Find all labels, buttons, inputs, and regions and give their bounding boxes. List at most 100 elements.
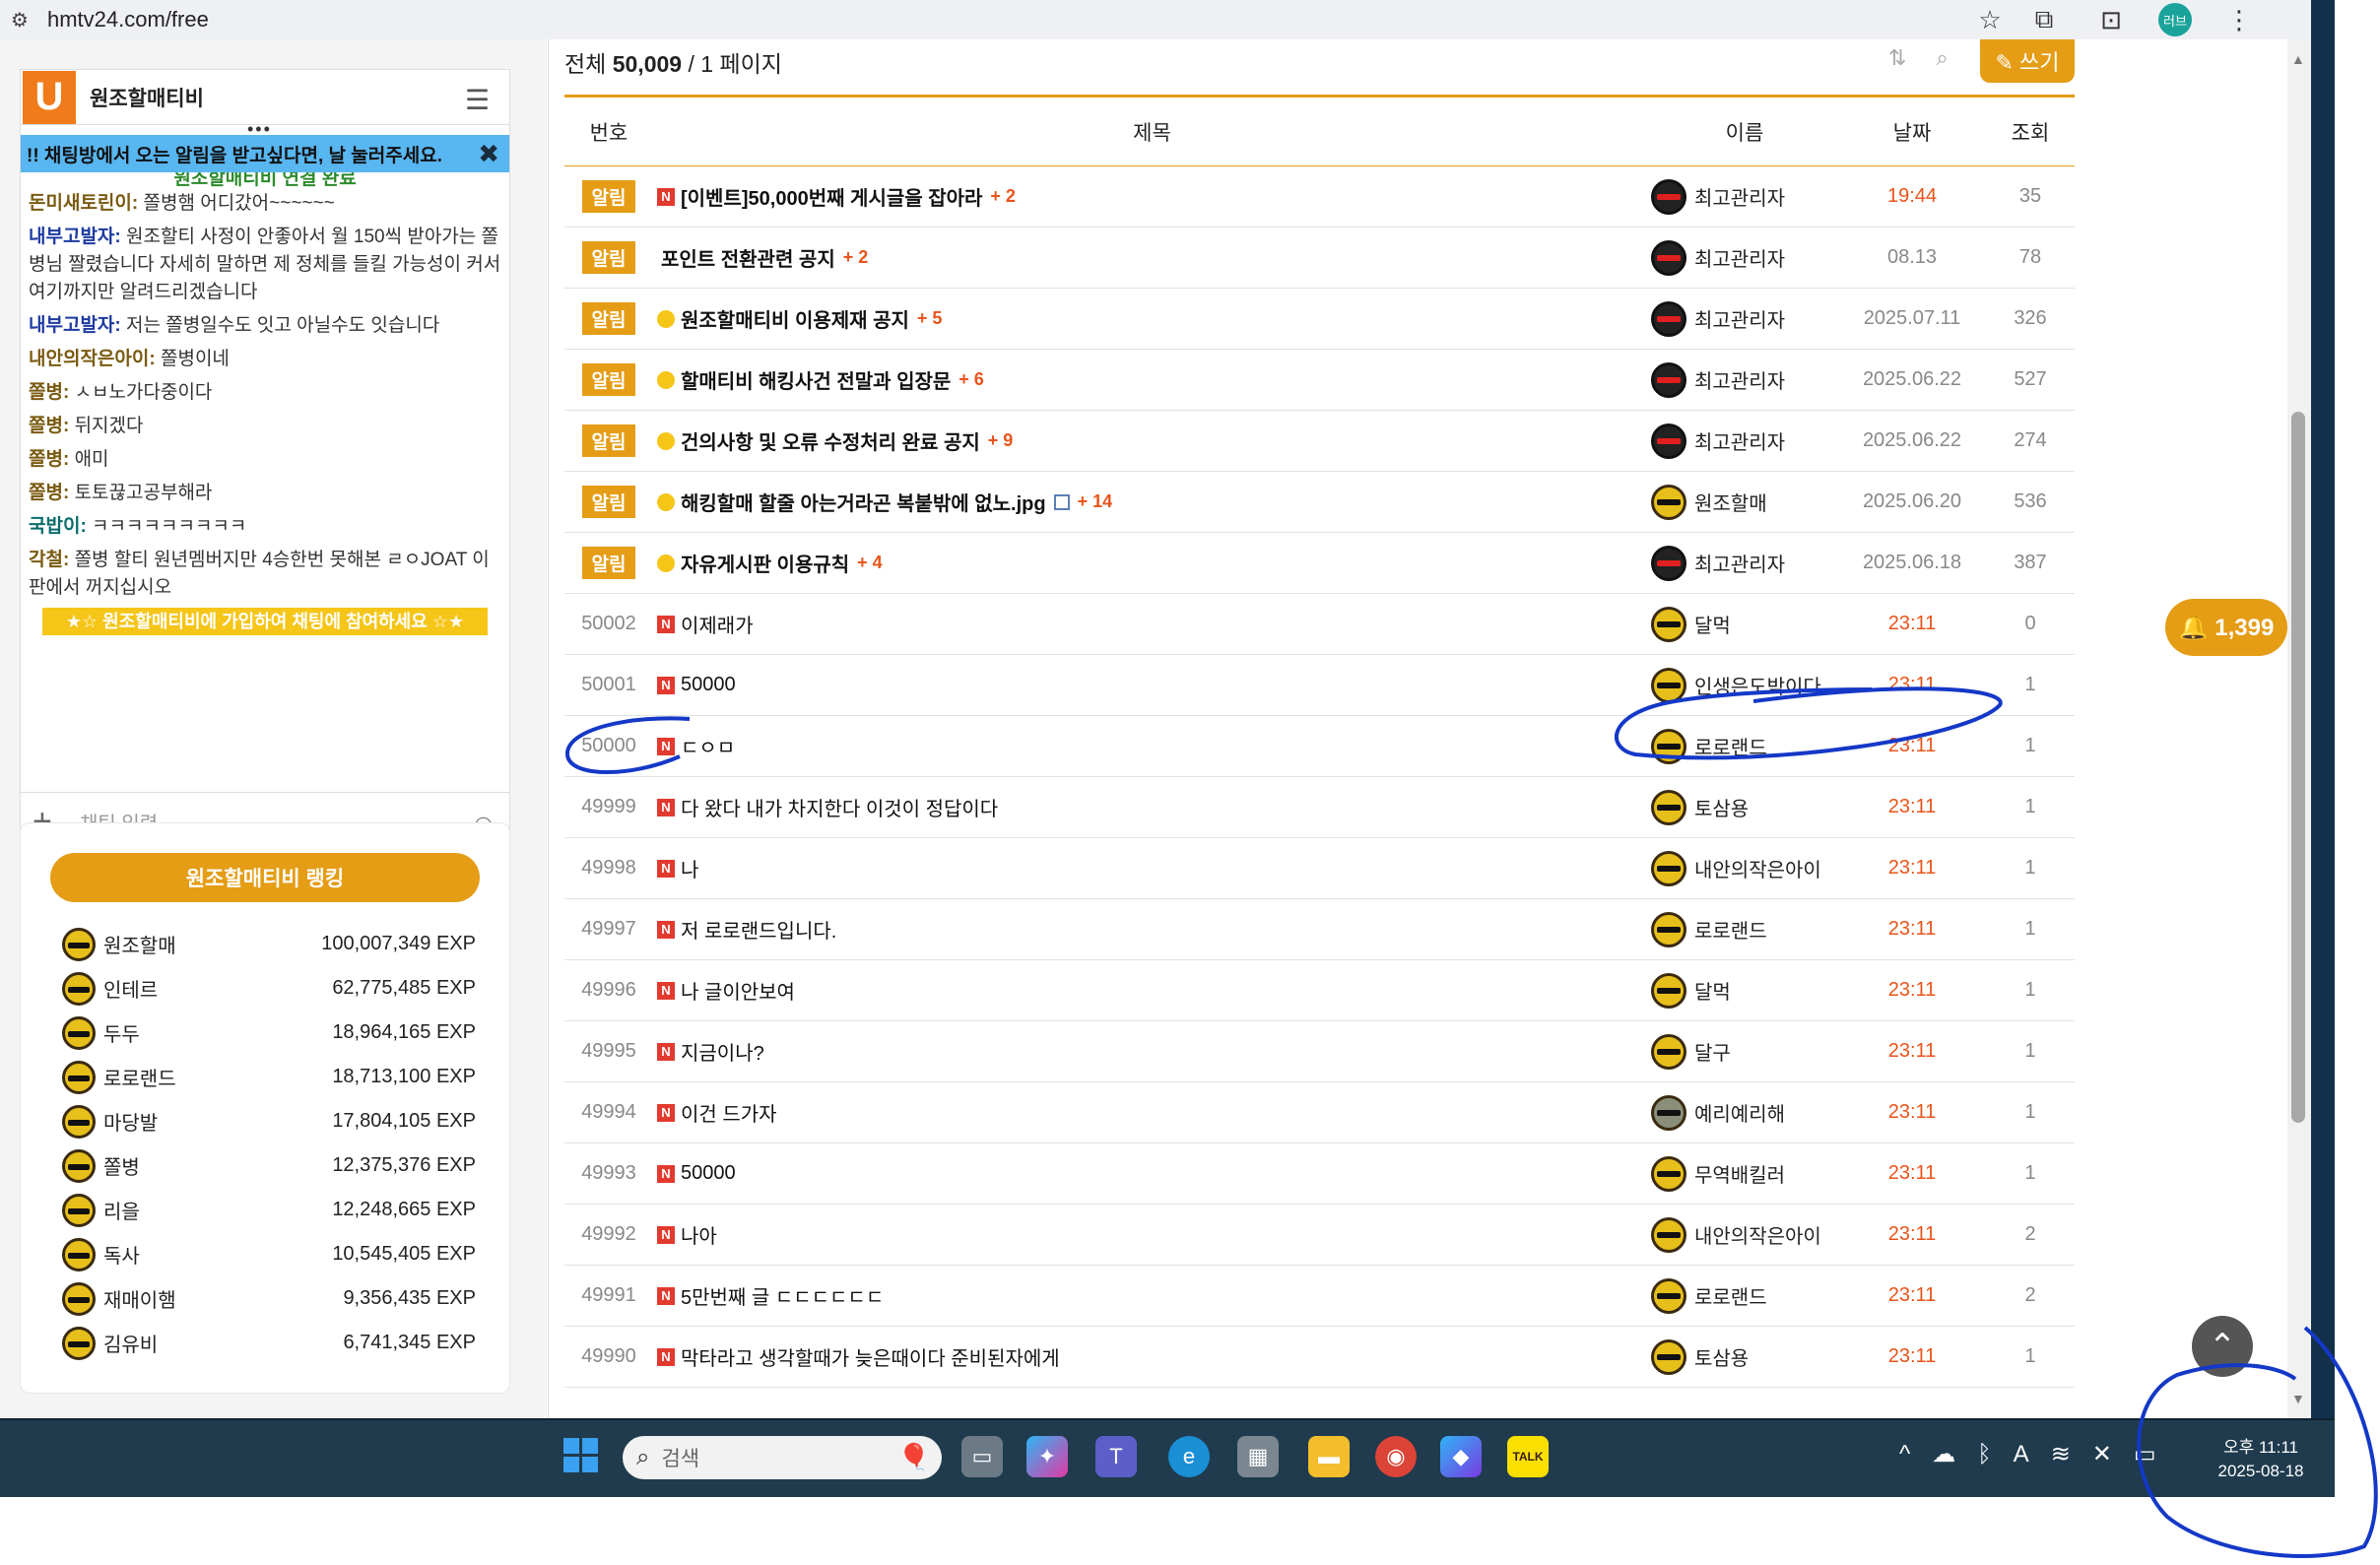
table-row[interactable]: 50001 N 50000 인생은도박이다 23:11 1 [564,655,2075,716]
notice-row[interactable]: 알림 해킹할매 할줄 아는거라곤 복붙밖에 없노.jpg + 14 원조할매 2025.… [564,472,2075,533]
notice-row[interactable]: 알림 N [이벤트]50,000번째 게시글을 잡아라 + 2 최고관리자 19:44 35 [564,166,2075,228]
chat-username[interactable]: 쫄병: [29,483,69,503]
bluetooth-icon[interactable]: ᛒ [1977,1441,1991,1468]
author-cell[interactable]: 토삼용 [1651,789,1838,825]
table-row[interactable]: 49990 N 막타라고 생각할때가 늦은때이다 준비된자에게 토삼용 23:11 1 [564,1327,2075,1388]
post-title-link[interactable]: 이건 드가자 [681,1098,777,1127]
post-title-link[interactable]: 할매티비 해킹사건 전말과 입장문 [681,365,951,394]
battery-icon[interactable]: ▭ [2134,1440,2156,1468]
close-icon[interactable]: ✖ [478,139,499,169]
ranking-button[interactable]: 원조할매티비 랭킹 [50,853,480,902]
table-row[interactable]: 49992 N 나아 내안의작은아이 23:11 2 [564,1205,2075,1266]
author-cell[interactable]: 최고관리자 [1651,300,1838,337]
author-cell[interactable]: 최고관리자 [1651,361,1838,398]
address-bar[interactable]: hmtv24.com/free [47,7,209,33]
post-title-link[interactable]: 지금이나? [681,1037,764,1066]
author-cell[interactable]: 인생은도박이다 [1651,667,1838,703]
search-icon[interactable]: ⌕ [1936,45,1948,71]
calculator-icon[interactable]: ▦ [1237,1436,1279,1477]
author-cell[interactable]: 로로랜드 [1651,728,1838,764]
chat-username[interactable]: 쫄병: [29,416,69,436]
author-cell[interactable]: 최고관리자 [1651,545,1838,581]
chat-message-list[interactable]: 돈미새토린이: 쫄병햄 어디갔어~~~~~~ 내부고발자: 원조할티 사정이 안좋… [21,190,509,602]
scrollbar-thumb[interactable] [2291,412,2305,1123]
chat-username[interactable]: 내안의작은아이: [29,349,156,369]
chat-username[interactable]: 내부고발자: [29,315,121,336]
author-cell[interactable]: 내안의작은아이 [1651,850,1838,886]
table-row[interactable]: 50000 N ㄷㅇㅁ 로로랜드 23:11 1 [564,716,2075,777]
table-row[interactable]: 50002 N 이제래가 달먹 23:11 0 [564,594,2075,655]
author-cell[interactable]: 최고관리자 [1651,178,1838,215]
post-title-link[interactable]: 나아 [681,1220,717,1249]
hamburger-menu-icon[interactable]: ☰ [465,84,490,116]
author-cell[interactable]: 예리예리해 [1651,1094,1838,1131]
post-title-link[interactable]: 이제래가 [681,610,754,638]
post-title-link[interactable]: 5만번째 글 ㄷㄷㄷㄷㄷㄷ [681,1281,884,1310]
ranking-row[interactable]: 로로랜드 18,713,100 EXP [62,1055,476,1099]
author-cell[interactable]: 토삼용 [1651,1338,1838,1375]
table-row[interactable]: 49993 N 50000 무역배킬러 23:11 1 [564,1143,2075,1205]
post-title-link[interactable]: [이벤트]50,000번째 게시글을 잡아라 [681,182,982,211]
task-view-icon[interactable]: ▭ [961,1436,1003,1477]
ranking-row[interactable]: 두두 18,964,165 EXP [62,1011,476,1055]
post-title-link[interactable]: 50000 [681,1162,736,1185]
post-title-link[interactable]: 막타라고 생각할때가 늦은때이다 준비된자에게 [681,1342,1060,1371]
chat-username[interactable]: 국밥이: [29,516,87,537]
ranking-row[interactable]: 인테르 62,775,485 EXP [62,966,476,1011]
taskbar-search[interactable]: ⌕ 검색 🎈 [623,1436,942,1479]
post-title-link[interactable]: ㄷㅇㅁ [681,732,735,760]
ranking-row[interactable]: 쫄병 12,375,376 EXP [62,1143,476,1188]
profile-avatar[interactable]: 러브 [2158,3,2192,36]
post-title-link[interactable]: 나 [681,854,698,882]
author-cell[interactable]: 로로랜드 [1651,911,1838,947]
scroll-up-arrow-icon[interactable]: ▲ [2291,51,2305,67]
author-cell[interactable]: 최고관리자 [1651,239,1838,276]
ranking-row[interactable]: 리을 12,248,665 EXP [62,1188,476,1232]
chat-username[interactable]: 돈미새토린이: [29,193,138,214]
chat-username[interactable]: 쫄병: [29,449,69,470]
teams-icon[interactable]: T [1095,1436,1137,1477]
post-title-link[interactable]: 나 글이안보여 [681,976,795,1005]
notice-row[interactable]: 알림 자유게시판 이용규칙 + 4 최고관리자 2025.06.18 387 [564,533,2075,594]
chrome-icon[interactable]: ◉ [1375,1436,1417,1477]
join-chat-banner[interactable]: ★☆ 원조할매티비에 가입하여 채팅에 참여하세요 ☆★ [42,608,488,635]
file-explorer-icon[interactable]: ▬ [1308,1436,1350,1477]
author-cell[interactable]: 원조할매 [1651,484,1838,520]
table-row[interactable]: 49991 N 5만번째 글 ㄷㄷㄷㄷㄷㄷ 로로랜드 23:11 2 [564,1266,2075,1327]
post-title-link[interactable]: 건의사항 및 오류 수정처리 완료 공지 [681,426,980,455]
onedrive-icon[interactable]: ☁ [1932,1440,1955,1468]
author-cell[interactable]: 내안의작은아이 [1651,1216,1838,1253]
taskbar-search-input[interactable]: 검색 [661,1443,699,1472]
m365-icon[interactable]: ◆ [1440,1436,1482,1477]
site-info-icon[interactable]: ⚙ [0,8,39,33]
ranking-row[interactable]: 원조할매 100,007,349 EXP [62,922,476,966]
taskbar-clock[interactable]: 오후 11:11 2025-08-18 [2207,1436,2315,1483]
site-logo[interactable]: U [23,70,76,124]
ime-icon[interactable]: A [2014,1441,2029,1468]
chat-username[interactable]: 내부고발자: [29,227,121,247]
chat-username[interactable]: 쫄병: [29,382,69,403]
author-cell[interactable]: 달구 [1651,1033,1838,1070]
author-cell[interactable]: 무역배킬러 [1651,1155,1838,1192]
windows-start-icon[interactable] [563,1438,599,1473]
notice-row[interactable]: 알림 포인트 전환관련 공지 + 2 최고관리자 08.13 78 [564,228,2075,289]
scroll-down-arrow-icon[interactable]: ▼ [2291,1391,2305,1406]
post-title-link[interactable]: 다 왔다 내가 차지한다 이것이 정답이다 [681,793,998,821]
post-title-link[interactable]: 자유게시판 이용규칙 [681,549,849,577]
chat-username[interactable]: 각철: [29,550,69,570]
sort-icon[interactable]: ⇅ [1888,45,1906,71]
author-cell[interactable]: 달먹 [1651,972,1838,1009]
chat-notification-banner[interactable]: !! 채팅방에서 오는 알림을 받고싶다면, 날 눌러주세요. ✖ [21,135,509,172]
wifi-icon[interactable]: ≋ [2051,1440,2071,1468]
notification-bell-button[interactable]: 🔔 1,399 [2165,599,2287,656]
chevron-up-icon[interactable]: ^ [1899,1441,1910,1468]
notice-row[interactable]: 알림 원조할매티비 이용제재 공지 + 5 최고관리자 2025.07.11 326 [564,289,2075,350]
table-row[interactable]: 49995 N 지금이나? 달구 23:11 1 [564,1021,2075,1082]
screenshot-icon[interactable]: ⊡ [2091,0,2131,39]
notice-row[interactable]: 알림 할매티비 해킹사건 전말과 입장문 + 6 최고관리자 2025.06.22 527 [564,350,2075,411]
extensions-icon[interactable]: ⧉ [2024,0,2064,39]
table-row[interactable]: 49996 N 나 글이안보여 달먹 23:11 1 [564,960,2075,1021]
post-title-link[interactable]: 포인트 전환관련 공지 [661,243,835,272]
ranking-row[interactable]: 재매이햄 9,356,435 EXP [62,1276,476,1321]
more-menu-icon[interactable]: ⋮ [2219,0,2259,39]
